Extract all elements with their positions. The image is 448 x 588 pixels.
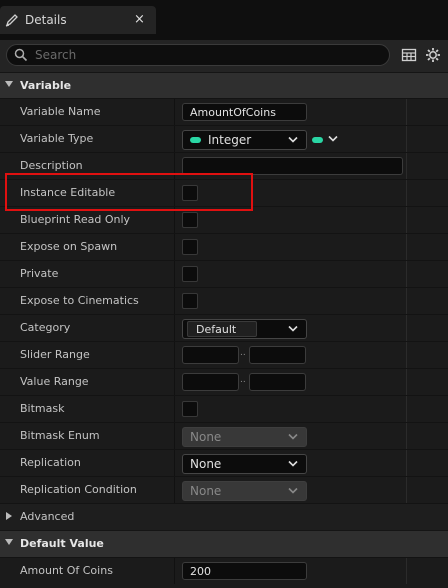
property-label: Instance Editable <box>20 186 116 199</box>
row-expose-on-spawn: Expose on Spawn <box>0 233 448 260</box>
property-label: Amount Of Coins <box>20 564 113 577</box>
property-label: Slider Range <box>20 348 90 361</box>
chevron-down-icon <box>288 325 298 332</box>
integer-pin-icon <box>190 136 201 143</box>
variable-name-input[interactable]: AmountOfCoins <box>182 103 307 121</box>
private-checkbox[interactable] <box>182 266 198 282</box>
row-description: Description <box>0 152 448 179</box>
search-toolbar <box>0 40 448 72</box>
tab-bar: Details × <box>0 0 448 40</box>
row-bitmask-enum: Bitmask Enum None <box>0 422 448 449</box>
property-label: Replication Condition <box>20 483 137 496</box>
property-label: Bitmask <box>20 402 65 415</box>
row-blueprint-read-only: Blueprint Read Only <box>0 206 448 233</box>
bitmask-checkbox[interactable] <box>182 401 198 417</box>
instance-editable-checkbox[interactable] <box>182 185 198 201</box>
range-separator: .. <box>240 348 246 358</box>
search-icon <box>14 48 28 62</box>
section-default-value[interactable]: Default Value <box>0 530 448 557</box>
row-value-range: Value Range .. <box>0 368 448 395</box>
property-label: Bitmask Enum <box>20 429 100 442</box>
tab-title: Details <box>25 13 67 27</box>
variable-type-value: Integer <box>208 133 252 147</box>
table-view-icon[interactable] <box>401 47 417 63</box>
section-variable[interactable]: Variable <box>0 72 448 99</box>
section-title: Variable <box>20 79 72 92</box>
property-label: Variable Name <box>20 105 101 118</box>
property-label: Blueprint Read Only <box>20 213 131 226</box>
row-expose-to-cinematics: Expose to Cinematics <box>0 287 448 314</box>
category-input[interactable]: Default <box>187 321 257 337</box>
pencil-icon <box>5 14 18 27</box>
chevron-down-icon <box>288 487 298 494</box>
details-tab[interactable]: Details × <box>0 6 156 34</box>
expose-to-cinematics-checkbox[interactable] <box>182 293 198 309</box>
chevron-down-icon <box>328 135 338 142</box>
value-range-max-input[interactable] <box>249 373 306 391</box>
value-range-min-input[interactable] <box>182 373 239 391</box>
section-title: Advanced <box>20 510 75 523</box>
property-label: Category <box>20 321 71 334</box>
bitmask-enum-value: None <box>190 430 222 444</box>
collapse-arrow-icon <box>5 81 13 87</box>
description-input[interactable] <box>182 157 403 175</box>
blueprint-read-only-checkbox[interactable] <box>182 212 198 228</box>
section-advanced[interactable]: Advanced <box>0 503 448 530</box>
category-combo[interactable]: Default <box>182 319 307 339</box>
row-variable-type: Variable Type Integer <box>0 125 448 152</box>
expose-on-spawn-checkbox[interactable] <box>182 239 198 255</box>
property-label: Description <box>20 159 83 172</box>
row-instance-editable: Instance Editable <box>0 179 448 206</box>
chevron-down-icon <box>288 460 298 467</box>
range-separator: .. <box>240 375 246 385</box>
property-label: Variable Type <box>20 132 94 145</box>
chevron-down-icon <box>288 136 298 143</box>
expand-arrow-icon <box>6 512 12 520</box>
search-input[interactable] <box>33 46 377 64</box>
property-label: Value Range <box>20 375 89 388</box>
section-title: Default Value <box>20 537 104 550</box>
property-label: Expose on Spawn <box>20 240 118 253</box>
row-amount-of-coins: Amount Of Coins 200 <box>0 557 448 588</box>
search-box[interactable] <box>6 44 390 66</box>
replication-value: None <box>190 457 222 471</box>
container-type-dropdown[interactable] <box>311 132 341 146</box>
slider-range-min-input[interactable] <box>182 346 239 364</box>
collapse-arrow-icon <box>5 539 13 545</box>
chevron-down-icon <box>288 433 298 440</box>
row-replication: Replication None <box>0 449 448 476</box>
row-category: Category Default <box>0 314 448 341</box>
bitmask-enum-dropdown[interactable]: None <box>182 427 307 447</box>
property-label: Expose to Cinematics <box>20 294 139 307</box>
row-replication-condition: Replication Condition None <box>0 476 448 503</box>
variable-type-dropdown[interactable]: Integer <box>182 130 307 150</box>
close-icon[interactable]: × <box>134 12 145 27</box>
row-variable-name: Variable Name AmountOfCoins <box>0 98 448 125</box>
row-private: Private <box>0 260 448 287</box>
row-bitmask: Bitmask <box>0 395 448 422</box>
replication-condition-value: None <box>190 484 222 498</box>
row-slider-range: Slider Range .. <box>0 341 448 368</box>
replication-condition-dropdown[interactable]: None <box>182 481 307 501</box>
slider-range-max-input[interactable] <box>249 346 306 364</box>
settings-gear-icon[interactable] <box>425 47 441 63</box>
replication-dropdown[interactable]: None <box>182 454 307 474</box>
property-label: Replication <box>20 456 81 469</box>
integer-pin-icon <box>312 137 323 143</box>
amount-of-coins-input[interactable]: 200 <box>182 562 307 580</box>
property-label: Private <box>20 267 59 280</box>
